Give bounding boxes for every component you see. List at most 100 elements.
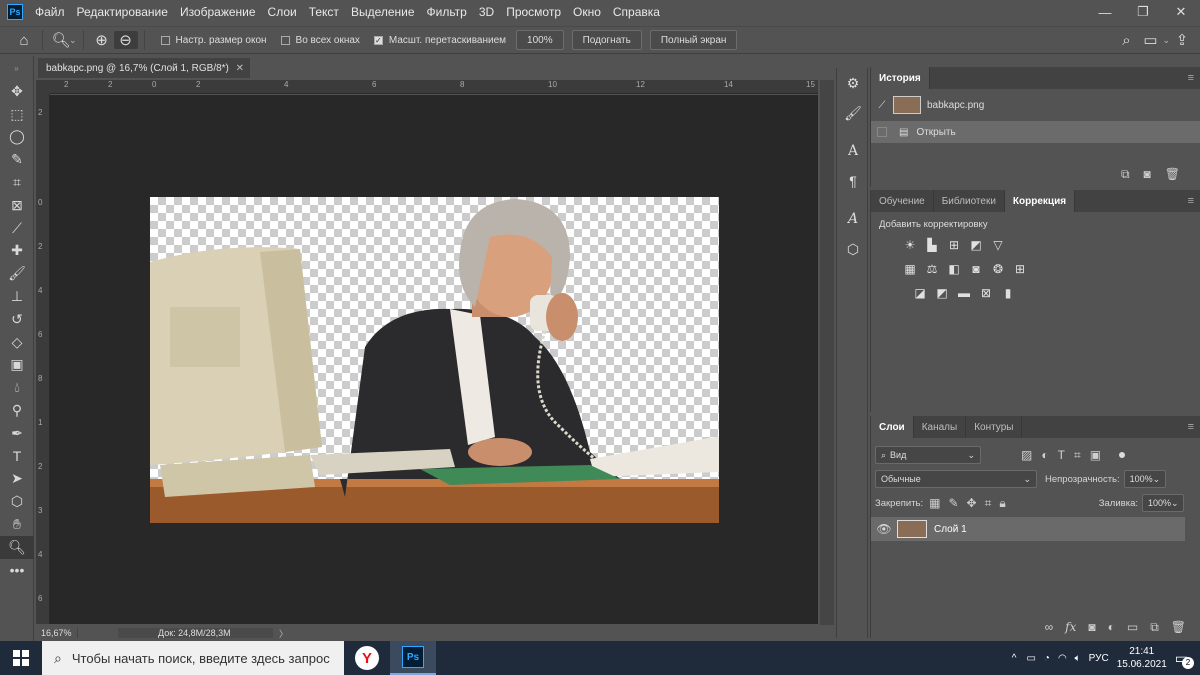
history-brush-tool-icon[interactable]: ↺	[0, 308, 34, 331]
gradient-tool-icon[interactable]: ▣	[0, 354, 34, 377]
menu-window[interactable]: Окно	[573, 5, 601, 19]
group-folder-icon[interactable]: ▭	[1127, 620, 1138, 635]
menu-3d[interactable]: 3D	[479, 5, 494, 19]
black-white-icon[interactable]: ◧	[945, 260, 963, 278]
panel-menu-icon[interactable]: ≡	[1188, 195, 1194, 207]
vibrance-icon[interactable]: ▽	[989, 236, 1007, 254]
crop-tool-icon[interactable]: ⌗	[0, 171, 34, 194]
menu-layers[interactable]: Слои	[268, 5, 297, 19]
hue-saturation-icon[interactable]: ▦	[901, 260, 919, 278]
lasso-tool-icon[interactable]: ◯	[0, 126, 34, 149]
curves-icon[interactable]: ⊞	[945, 236, 963, 254]
document-canvas[interactable]	[150, 197, 719, 523]
tab-adjustments[interactable]: Коррекция	[1004, 190, 1076, 212]
menu-view[interactable]: Просмотр	[506, 5, 561, 19]
shape-filter-icon[interactable]: ⌗	[1074, 448, 1081, 463]
eyedropper-tool-icon[interactable]: ⟋	[0, 217, 34, 240]
zoom-readout[interactable]: 16,67%	[36, 628, 78, 638]
share-icon[interactable]: ⇪	[1170, 31, 1194, 49]
adjustment-layer-icon[interactable]: ◐	[1108, 620, 1115, 635]
menu-help[interactable]: Справка	[613, 5, 660, 19]
resize-windows-checkbox[interactable]: Настр. размер окон	[160, 35, 267, 46]
mask-icon[interactable]: ◙	[1088, 620, 1095, 635]
tab-libraries[interactable]: Библиотеки	[934, 190, 1005, 212]
selective-color-icon[interactable]: ⊠	[977, 284, 995, 302]
levels-icon[interactable]: ▙	[923, 236, 941, 254]
photoshop-app[interactable]: Ps	[390, 641, 436, 675]
taskbar-search[interactable]: ⌕ Чтобы начать поиск, введите здесь запр…	[42, 641, 344, 675]
healing-brush-tool-icon[interactable]: ✚	[0, 240, 34, 263]
volume-icon[interactable]: 🔈︎	[1075, 653, 1081, 664]
maximize-icon[interactable]: ❐	[1124, 0, 1162, 24]
fit-screen-button[interactable]: Подогнать	[571, 30, 642, 50]
horizontal-ruler[interactable]: 2 2 0 2 4 6 8 10 12 14 15	[50, 80, 818, 94]
layer-row[interactable]: 👁︎ Слой 1	[871, 517, 1185, 541]
hand-tool-icon[interactable]: ✋︎	[0, 513, 34, 536]
smart-object-filter-icon[interactable]: ▣	[1090, 448, 1101, 462]
tab-learn[interactable]: Обучение	[871, 190, 934, 212]
link-layers-icon[interactable]: ∞	[1045, 620, 1054, 635]
shape-tool-icon[interactable]: ⬡	[0, 490, 34, 513]
minimize-icon[interactable]: —	[1086, 0, 1124, 24]
new-layer-icon[interactable]: ⧉	[1150, 620, 1159, 635]
yandex-browser-app[interactable]: Y	[344, 641, 390, 675]
tab-paths[interactable]: Контуры	[966, 416, 1023, 438]
vertical-ruler[interactable]: 2 0 2 4 6 8 1 2 3 4 6	[36, 94, 50, 624]
posterize-icon[interactable]: ◩	[933, 284, 951, 302]
menu-text[interactable]: Текст	[309, 5, 339, 19]
panel-menu-icon[interactable]: ≡	[1188, 72, 1194, 84]
type-tool-icon[interactable]: T	[0, 445, 34, 468]
blend-mode-select[interactable]: Обычные ⌄	[875, 470, 1037, 488]
panel-menu-icon[interactable]: ≡	[1188, 421, 1194, 433]
lock-all-icon[interactable]: 🔒︎	[999, 496, 1005, 511]
all-windows-checkbox[interactable]: Во всех окнах	[280, 35, 360, 46]
lock-artboard-icon[interactable]: ⌗	[985, 496, 992, 511]
close-tab-icon[interactable]: ✕	[236, 63, 244, 74]
lock-pixels-icon[interactable]: ✎	[948, 496, 958, 510]
zoom-out-icon[interactable]: ⊖	[113, 31, 138, 49]
fill-screen-button[interactable]: Полный экран	[649, 30, 738, 50]
new-document-icon[interactable]: ⧉	[1121, 167, 1130, 182]
exposure-icon[interactable]: ◩	[967, 236, 985, 254]
layer-filter-select[interactable]: ⌕ Вид ⌄	[875, 446, 981, 464]
chevron-up-icon[interactable]: ^	[1012, 653, 1017, 664]
3d-icon[interactable]: ⬡	[837, 234, 869, 264]
start-button[interactable]	[0, 641, 42, 675]
home-icon[interactable]: ⌂	[12, 32, 36, 49]
frame-tool-icon[interactable]: ⊠	[0, 194, 34, 217]
history-snapshot[interactable]: ⟋ babkapc.png	[871, 89, 1200, 121]
close-icon[interactable]: ✕	[1162, 0, 1200, 24]
scrubby-zoom-checkbox[interactable]: ✓ Масшт. перетаскиванием	[373, 35, 506, 46]
battery-icon[interactable]: ▭	[1026, 653, 1035, 664]
image-filter-icon[interactable]: ▨	[1021, 448, 1032, 462]
brushes-icon[interactable]: 🖌︎	[837, 98, 869, 128]
dodge-tool-icon[interactable]: ⚲	[0, 399, 34, 422]
chevron-down-icon[interactable]: ⌄	[1162, 35, 1170, 46]
chevron-right-icon[interactable]: 〉	[279, 627, 288, 640]
lock-position-icon[interactable]: ✥	[967, 496, 977, 510]
pen-tool-icon[interactable]: ✒	[0, 422, 34, 445]
zoom-100-button[interactable]: 100%	[516, 30, 564, 50]
vertical-scrollbar[interactable]	[820, 80, 834, 625]
color-balance-icon[interactable]: ⚖	[923, 260, 941, 278]
wifi-icon[interactable]: ◠	[1058, 653, 1067, 664]
move-tool-icon[interactable]: ✥	[0, 80, 34, 103]
chevron-down-icon[interactable]: ⌄	[69, 35, 77, 46]
history-item[interactable]: ▤ Открыть	[871, 121, 1200, 143]
layer-name[interactable]: Слой 1	[934, 524, 967, 535]
search-icon[interactable]: ⌕	[1114, 32, 1138, 49]
channel-mixer-icon[interactable]: ❂	[989, 260, 1007, 278]
color-lookup-icon[interactable]: ⊞	[1011, 260, 1029, 278]
brightness-icon[interactable]: ☀	[901, 236, 919, 254]
type-filter-icon[interactable]: T	[1058, 448, 1065, 462]
menu-select[interactable]: Выделение	[351, 5, 415, 19]
threshold-icon[interactable]: ▬	[955, 284, 973, 302]
gradient-map-icon[interactable]: ▮	[999, 284, 1017, 302]
workspace-icon[interactable]: ▭	[1138, 31, 1162, 49]
fx-icon[interactable]: fx	[1065, 620, 1076, 635]
glyphs-icon[interactable]: A	[837, 204, 869, 234]
menu-image[interactable]: Изображение	[180, 5, 256, 19]
clone-stamp-tool-icon[interactable]: ⊥	[0, 285, 34, 308]
filter-toggle-icon[interactable]	[1119, 452, 1126, 458]
lock-transparency-icon[interactable]: ▦	[929, 496, 940, 510]
